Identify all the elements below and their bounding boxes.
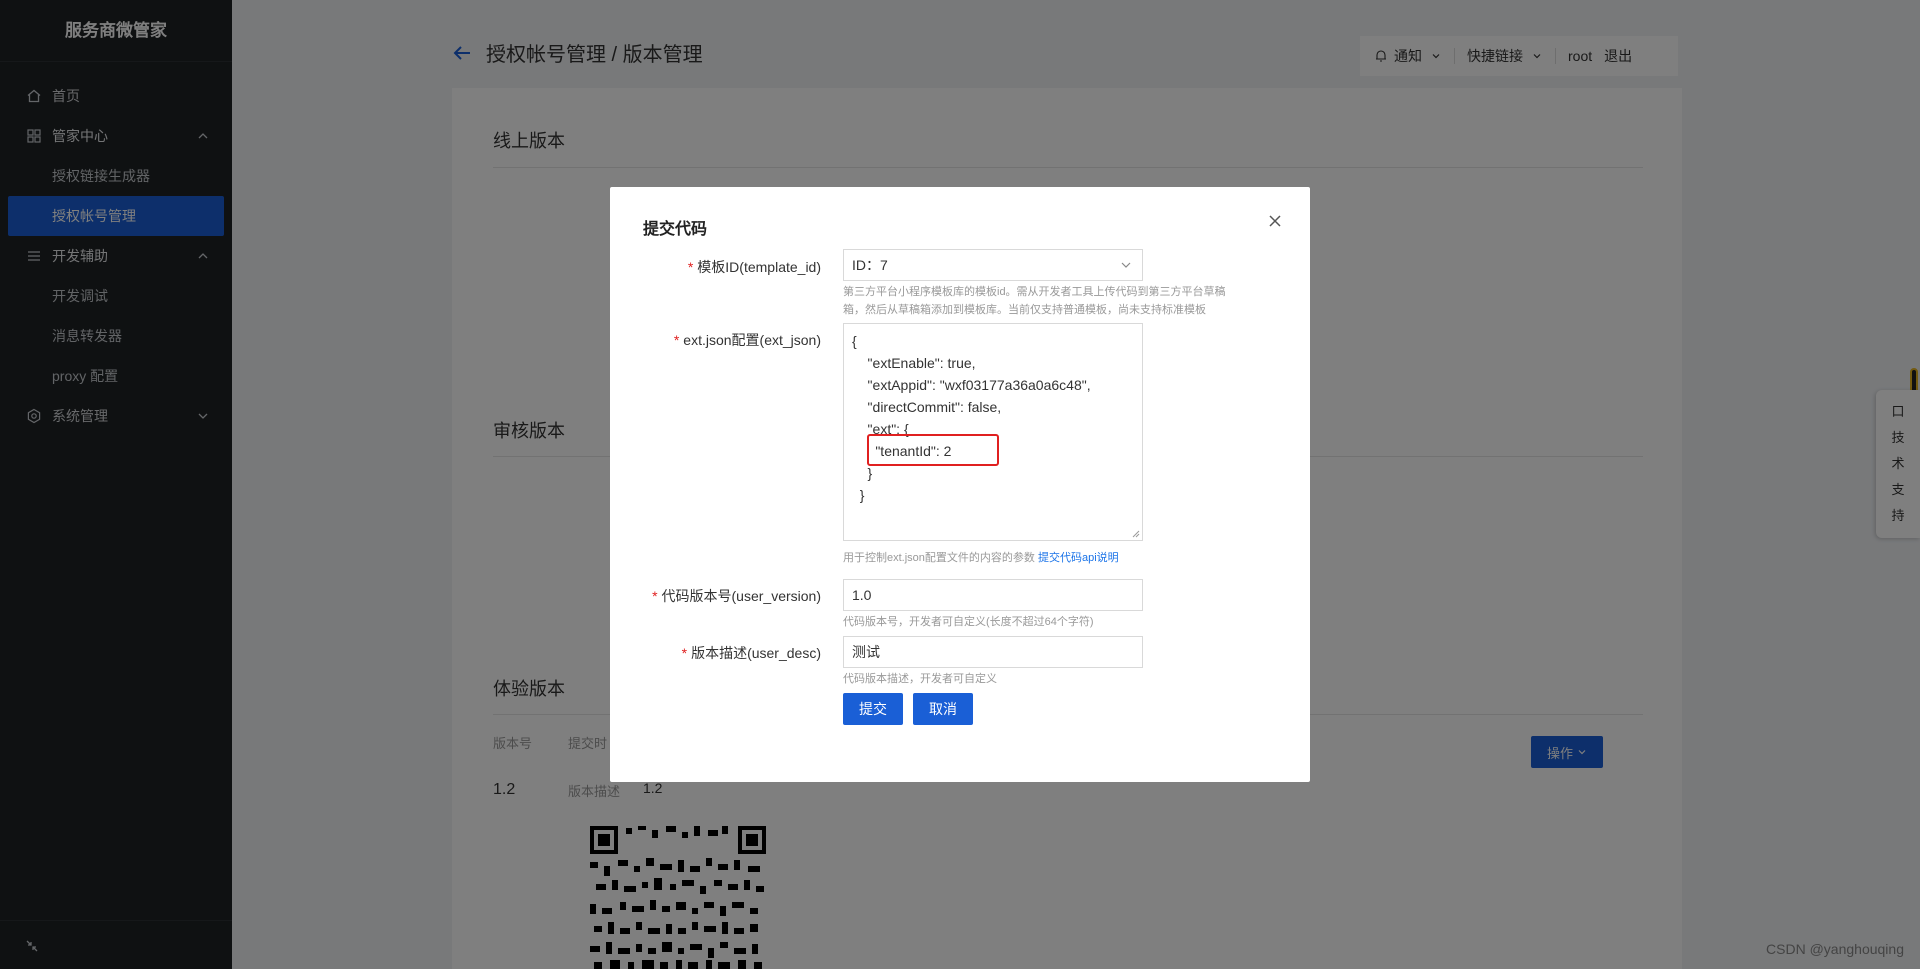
- user-desc-label: * 版本描述(user_desc): [681, 645, 821, 661]
- dialog-title: 提交代码: [643, 221, 708, 238]
- user-version-input[interactable]: 1.0: [843, 579, 1143, 611]
- chevron-down-icon: [1121, 262, 1131, 268]
- resize-grip-icon[interactable]: [1132, 530, 1140, 538]
- user-desc-input[interactable]: 测试: [843, 636, 1143, 668]
- user-desc-hint: 代码版本描述，开发者可自定义: [843, 673, 997, 685]
- template-id-hint-1: 第三方平台小程序模板库的模板id。需从开发者工具上传代码到第三方平台草稿: [843, 286, 1226, 298]
- submit-code-dialog: 提交代码 * 模板ID(template_id) ID：7 第三方平台小程序模板库…: [610, 187, 1310, 782]
- code-line: {: [852, 333, 857, 349]
- user-version-value: 1.0: [852, 587, 872, 603]
- ext-json-label: * ext.json配置(ext_json): [673, 332, 821, 348]
- ext-json-hint: 用于控制ext.json配置文件的内容的参数 提交代码api说明: [843, 552, 1119, 564]
- template-id-label: * 模板ID(template_id): [687, 259, 821, 275]
- close-icon[interactable]: [1267, 213, 1283, 229]
- template-id-select[interactable]: ID：7: [843, 249, 1143, 281]
- code-line: "extEnable": true,: [852, 355, 976, 371]
- template-id-hint-2: 箱，然后从草稿箱添加到模板库。当前仅支持普通模板，尚未支持标准模板: [843, 304, 1206, 316]
- user-desc-value: 测试: [852, 644, 880, 660]
- template-id-value: ID：7: [852, 257, 888, 273]
- ext-json-textarea[interactable]: { "extEnable": true, "extAppid": "wxf031…: [843, 323, 1143, 541]
- code-line: "directCommit": false,: [852, 399, 1002, 415]
- code-line: "extAppid": "wxf03177a36a0a6c48",: [852, 377, 1091, 393]
- api-doc-link[interactable]: 提交代码api说明: [1038, 552, 1119, 564]
- cancel-button[interactable]: 取消: [913, 693, 973, 725]
- user-version-hint: 代码版本号，开发者可自定义(长度不超过64个字符): [843, 616, 1094, 628]
- user-version-label: * 代码版本号(user_version): [652, 588, 821, 604]
- annotation-highlight-box: [867, 434, 999, 466]
- submit-button[interactable]: 提交: [843, 693, 903, 725]
- code-line: }: [852, 487, 865, 503]
